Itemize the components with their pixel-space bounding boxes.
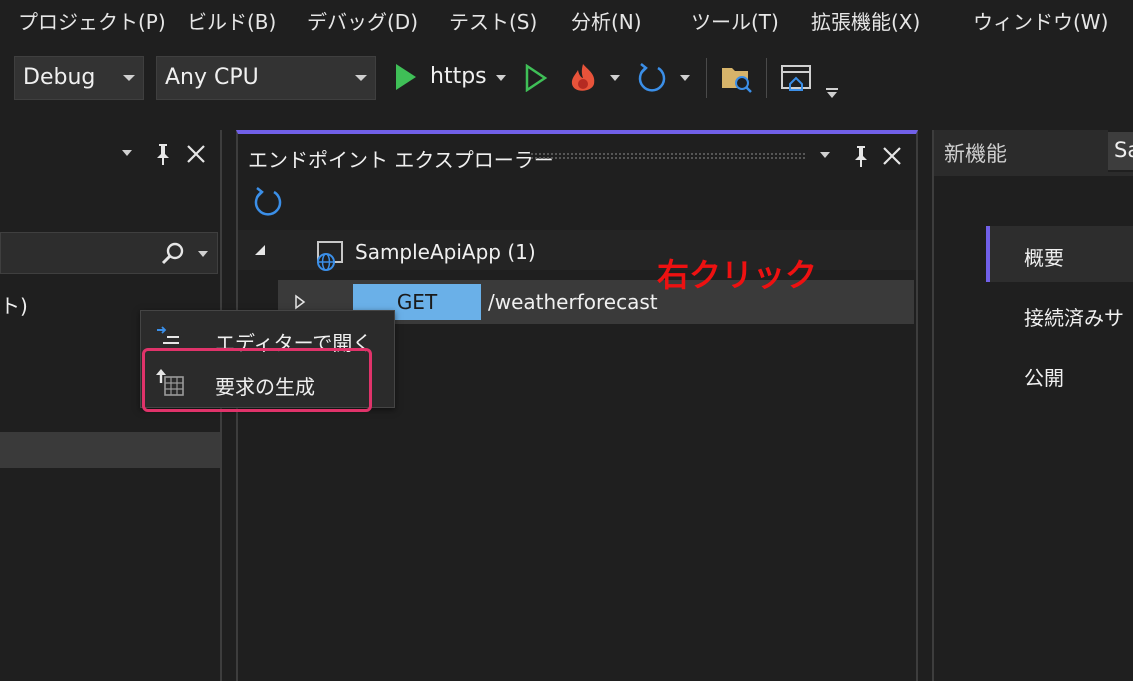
project-node-label: SampleApiApp (1) xyxy=(355,240,536,264)
chevron-down-icon[interactable] xyxy=(680,75,690,81)
chevron-down-icon xyxy=(123,75,135,81)
title-grip[interactable] xyxy=(530,152,806,160)
chevron-down-icon xyxy=(355,75,367,81)
menu-analyze[interactable]: 分析(N) xyxy=(571,6,642,35)
configuration-value: Debug xyxy=(23,65,96,90)
pin-icon[interactable] xyxy=(850,144,872,168)
right-tool-window: 新機能 Sa 概要 接続済みサ 公開 xyxy=(932,130,1133,681)
refresh-icon[interactable] xyxy=(252,186,284,218)
toolbar: Debug Any CPU https xyxy=(0,40,1133,128)
chevron-down-icon[interactable] xyxy=(496,75,506,81)
chevron-down-icon[interactable] xyxy=(198,251,208,257)
tab-label: 新機能 xyxy=(944,142,1007,166)
nav-item-publish[interactable]: 公開 xyxy=(1024,362,1064,391)
refresh-icon[interactable] xyxy=(636,62,668,94)
tab-partial-label: Sa xyxy=(1114,138,1133,162)
close-icon[interactable] xyxy=(882,146,902,166)
overflow-line xyxy=(826,88,838,90)
hot-reload-icon[interactable] xyxy=(566,60,600,96)
nav-item-connected-services[interactable]: 接続済みサ xyxy=(1024,302,1124,331)
toolbar-separator xyxy=(706,58,707,98)
tab-underline xyxy=(934,172,1133,176)
pin-icon[interactable] xyxy=(152,142,174,166)
menu-debug[interactable]: デバッグ(D) xyxy=(307,6,418,35)
http-method-label: GET xyxy=(396,290,438,314)
menu-test[interactable]: テスト(S) xyxy=(449,6,537,35)
tab-whats-new[interactable]: 新機能 xyxy=(934,130,1108,172)
window-title: エンドポイント エクスプローラー xyxy=(248,148,554,172)
close-icon[interactable] xyxy=(186,144,206,164)
play-icon[interactable] xyxy=(394,62,418,92)
selection-indicator xyxy=(986,226,990,282)
tree-item-partial[interactable]: ト) xyxy=(0,290,28,319)
menu-project[interactable]: プロジェクト(P) xyxy=(18,6,166,35)
window-options-icon[interactable] xyxy=(122,150,132,156)
menu-build[interactable]: ビルド(B) xyxy=(187,6,276,35)
platform-value: Any CPU xyxy=(165,65,259,90)
search-icon[interactable] xyxy=(160,241,186,267)
menu-bar: プロジェクト(P) ビルド(B) デバッグ(D) テスト(S) 分析(N) ツー… xyxy=(0,0,1133,40)
browser-link-icon[interactable] xyxy=(780,62,814,94)
toolbar-overflow-icon[interactable] xyxy=(827,92,837,98)
collapsed-arrow-icon[interactable] xyxy=(294,294,306,310)
menu-extensions[interactable]: 拡張機能(X) xyxy=(811,6,920,35)
chevron-down-icon[interactable] xyxy=(610,75,620,81)
start-without-debugging-icon[interactable] xyxy=(524,64,548,92)
menu-tools[interactable]: ツール(T) xyxy=(691,6,779,35)
expanded-arrow-icon[interactable] xyxy=(254,244,266,256)
nav-item-overview[interactable]: 概要 xyxy=(1024,242,1064,271)
selected-row[interactable] xyxy=(0,432,220,468)
open-folder-icon[interactable] xyxy=(720,62,754,94)
run-profile-label[interactable]: https xyxy=(430,64,487,89)
tab-partial[interactable]: Sa xyxy=(1108,132,1133,170)
window-options-icon[interactable] xyxy=(820,152,830,158)
configuration-combo[interactable]: Debug xyxy=(14,56,144,100)
highlight-box xyxy=(142,348,372,412)
toolbar-separator xyxy=(766,58,767,98)
web-project-icon xyxy=(317,241,343,271)
endpoint-route: /weatherforecast xyxy=(488,290,658,314)
menu-window[interactable]: ウィンドウ(W) xyxy=(973,6,1108,35)
platform-combo[interactable]: Any CPU xyxy=(156,56,376,100)
annotation-right-click: 右クリック xyxy=(657,256,818,294)
